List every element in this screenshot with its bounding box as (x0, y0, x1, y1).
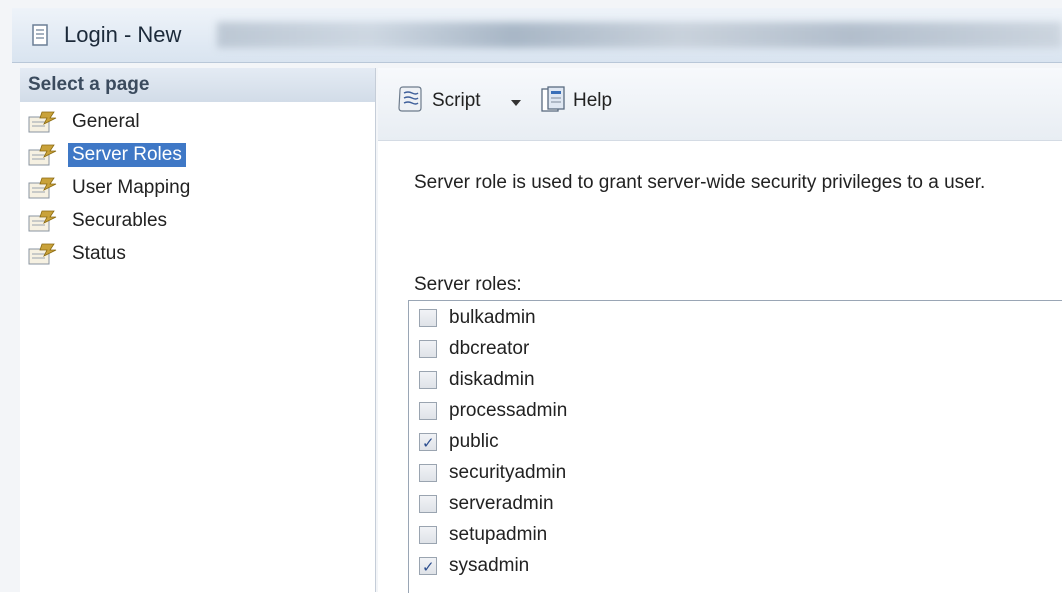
script-button[interactable]: Script (396, 86, 506, 116)
page-description: Server role is used to grant server-wide… (414, 172, 986, 193)
role-name: setupadmin (449, 524, 548, 545)
title-blurred-text (217, 22, 1062, 48)
page-icon (28, 243, 57, 265)
help-label: Help (573, 90, 613, 111)
role-checkbox[interactable]: ✓ (419, 402, 437, 420)
script-icon (398, 86, 422, 112)
role-checkbox[interactable]: ✓ (419, 340, 437, 358)
server-roles-list: ✓ bulkadmin ✓ dbcreator ✓ diskadmin ✓ pr… (408, 300, 1062, 593)
sidebar-item-label: Status (72, 243, 126, 264)
role-checkbox[interactable]: ✓ (419, 557, 437, 576)
main-panel: Script Help Server role is used to grant… (378, 68, 1062, 593)
toolbar: Script Help (378, 68, 1062, 141)
role-checkbox[interactable]: ✓ (419, 433, 437, 452)
role-name: dbcreator (449, 338, 530, 359)
role-name: securityadmin (449, 462, 567, 483)
role-name: serveradmin (449, 493, 554, 514)
help-button[interactable]: Help (540, 86, 640, 116)
page-selector: Select a page General Server Roles User … (20, 68, 376, 592)
page-icon (28, 144, 57, 166)
role-checkbox[interactable]: ✓ (419, 495, 437, 513)
login-dialog: Login - New Select a page General Server… (0, 0, 1062, 593)
help-icon (541, 86, 565, 112)
role-checkbox[interactable]: ✓ (419, 464, 437, 482)
check-icon: ✓ (422, 435, 435, 452)
sidebar-item-label: Server Roles (68, 143, 186, 167)
check-icon: ✓ (422, 559, 435, 576)
role-checkbox[interactable]: ✓ (419, 371, 437, 389)
sidebar-item-label: User Mapping (72, 177, 191, 198)
sidebar-item-label: Securables (72, 210, 168, 231)
page-icon (28, 177, 57, 199)
role-name: processadmin (449, 400, 568, 421)
role-name: bulkadmin (449, 307, 536, 328)
server-roles-label: Server roles: (414, 274, 522, 295)
sidebar-item-label: General (72, 111, 140, 132)
script-dropdown-chevron-icon[interactable] (511, 100, 521, 106)
title-bar: Login - New (12, 8, 1062, 63)
role-checkbox[interactable]: ✓ (419, 309, 437, 327)
page-icon (28, 111, 57, 133)
page-icon (28, 210, 57, 232)
role-name: public (449, 431, 499, 452)
role-checkbox[interactable]: ✓ (419, 526, 437, 544)
role-name: sysadmin (449, 555, 530, 576)
window-icon (32, 24, 48, 46)
page-selector-header: Select a page (20, 68, 375, 102)
role-name: diskadmin (449, 369, 535, 390)
script-label: Script (432, 90, 481, 111)
window-title: Login - New (64, 22, 182, 47)
